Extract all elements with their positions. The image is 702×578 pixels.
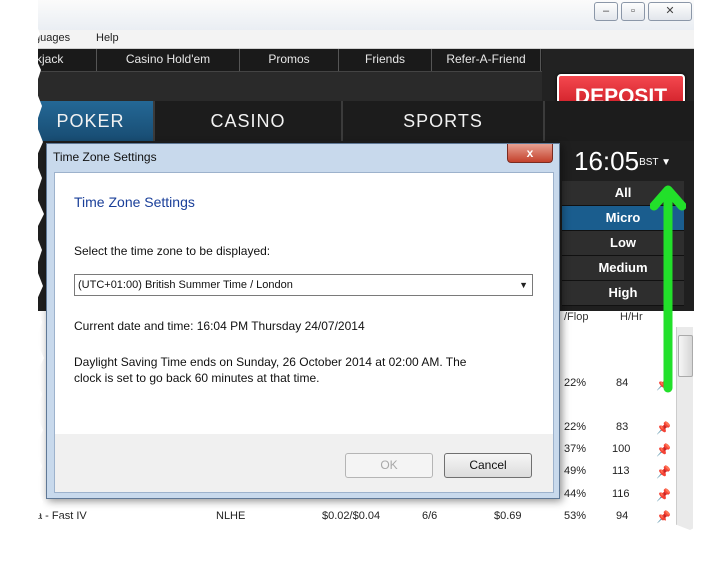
torn-edge-decoration [0,0,702,578]
